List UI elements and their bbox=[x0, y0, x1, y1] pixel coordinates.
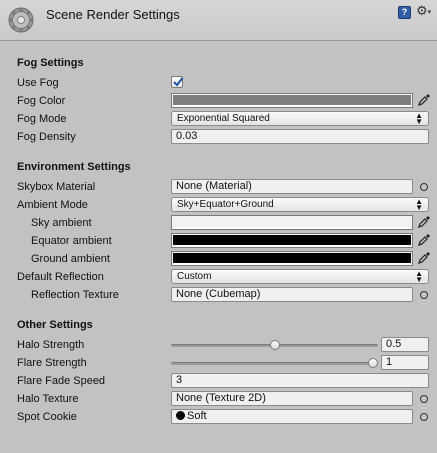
equator-ambient-swatch bbox=[173, 235, 411, 245]
halo-texture-label: Halo Texture bbox=[17, 393, 79, 405]
use-fog-label: Use Fog bbox=[17, 77, 59, 89]
flare-strength-slider-thumb[interactable] bbox=[368, 358, 378, 368]
halo-strength-input[interactable]: 0.5 bbox=[381, 337, 429, 352]
fog-color-label: Fog Color bbox=[17, 95, 66, 107]
sky-ambient-label: Sky ambient bbox=[31, 217, 92, 229]
default-reflection-value: Custom bbox=[177, 271, 212, 282]
reflection-texture-label: Reflection Texture bbox=[31, 289, 119, 301]
scene-settings-gear-icon bbox=[8, 7, 34, 33]
ground-ambient-label: Ground ambient bbox=[31, 253, 110, 265]
flare-strength-input[interactable]: 1 bbox=[381, 355, 429, 370]
skybox-material-label: Skybox Material bbox=[17, 181, 96, 193]
dropdown-arrows-icon: ▲ ▼ bbox=[415, 269, 423, 284]
fog-mode-value: Exponential Squared bbox=[177, 113, 270, 124]
object-picker-icon[interactable] bbox=[420, 183, 428, 191]
skybox-material-field[interactable]: None (Material) bbox=[171, 179, 413, 194]
object-picker-icon[interactable] bbox=[420, 395, 428, 403]
default-reflection-dropdown[interactable]: Custom ▲ ▼ bbox=[171, 269, 429, 284]
inspector-header: Scene Render Settings ? ⚙▾ bbox=[0, 0, 437, 41]
chevron-down-icon: ▾ bbox=[427, 9, 432, 16]
spot-cookie-field[interactable]: Soft bbox=[171, 409, 413, 424]
halo-texture-field[interactable]: None (Texture 2D) bbox=[171, 391, 413, 406]
page-title: Scene Render Settings bbox=[46, 7, 180, 22]
fog-color-swatch bbox=[173, 95, 411, 105]
settings-menu-icon[interactable]: ⚙▾ bbox=[416, 3, 431, 19]
checkmark-icon bbox=[173, 77, 184, 87]
halo-strength-slider-thumb[interactable] bbox=[269, 340, 280, 350]
flare-fade-speed-label: Flare Fade Speed bbox=[17, 375, 106, 387]
eyedropper-icon[interactable] bbox=[417, 215, 431, 229]
equator-ambient-alpha-bar bbox=[173, 245, 411, 247]
sky-ambient-color-field[interactable] bbox=[171, 215, 413, 230]
texture-thumbnail-icon bbox=[176, 411, 185, 420]
flare-strength-slider-track[interactable] bbox=[171, 362, 378, 365]
equator-ambient-label: Equator ambient bbox=[31, 235, 112, 247]
equator-ambient-color-field[interactable] bbox=[171, 233, 413, 248]
default-reflection-label: Default Reflection bbox=[17, 271, 104, 283]
other-settings-title: Other Settings bbox=[17, 319, 93, 331]
flare-strength-label: Flare Strength bbox=[17, 357, 87, 369]
dropdown-arrows-icon: ▲ ▼ bbox=[415, 111, 423, 126]
ground-ambient-color-field[interactable] bbox=[171, 251, 413, 266]
ambient-mode-label: Ambient Mode bbox=[17, 199, 88, 211]
fog-mode-dropdown[interactable]: Exponential Squared ▲ ▼ bbox=[171, 111, 429, 126]
fog-settings-title: Fog Settings bbox=[17, 57, 84, 69]
ambient-mode-value: Sky+Equator+Ground bbox=[177, 199, 274, 210]
help-icon[interactable]: ? bbox=[398, 6, 411, 19]
fog-color-field[interactable] bbox=[171, 93, 413, 108]
gear-icon: ⚙ bbox=[416, 3, 428, 18]
halo-strength-label: Halo Strength bbox=[17, 339, 85, 351]
sky-ambient-alpha-bar bbox=[173, 227, 411, 229]
fog-density-label: Fog Density bbox=[17, 131, 76, 143]
sky-ambient-swatch bbox=[173, 217, 411, 227]
object-picker-icon[interactable] bbox=[420, 291, 428, 299]
spot-cookie-label: Spot Cookie bbox=[17, 411, 77, 423]
flare-fade-speed-input[interactable]: 3 bbox=[171, 373, 429, 388]
fog-color-alpha-bar bbox=[173, 105, 411, 107]
ground-ambient-swatch bbox=[173, 253, 411, 263]
ground-ambient-alpha-bar bbox=[173, 263, 411, 265]
use-fog-checkbox[interactable] bbox=[171, 76, 184, 88]
fog-mode-label: Fog Mode bbox=[17, 113, 67, 125]
reflection-texture-field[interactable]: None (Cubemap) bbox=[171, 287, 413, 302]
fog-density-input[interactable]: 0.03 bbox=[171, 129, 429, 144]
dropdown-arrows-icon: ▲ ▼ bbox=[415, 197, 423, 212]
object-picker-icon[interactable] bbox=[420, 413, 428, 421]
environment-settings-title: Environment Settings bbox=[17, 161, 131, 173]
eyedropper-icon[interactable] bbox=[417, 251, 431, 265]
eyedropper-icon[interactable] bbox=[417, 93, 431, 107]
ambient-mode-dropdown[interactable]: Sky+Equator+Ground ▲ ▼ bbox=[171, 197, 429, 212]
spot-cookie-value: Soft bbox=[187, 410, 207, 422]
eyedropper-icon[interactable] bbox=[417, 233, 431, 247]
